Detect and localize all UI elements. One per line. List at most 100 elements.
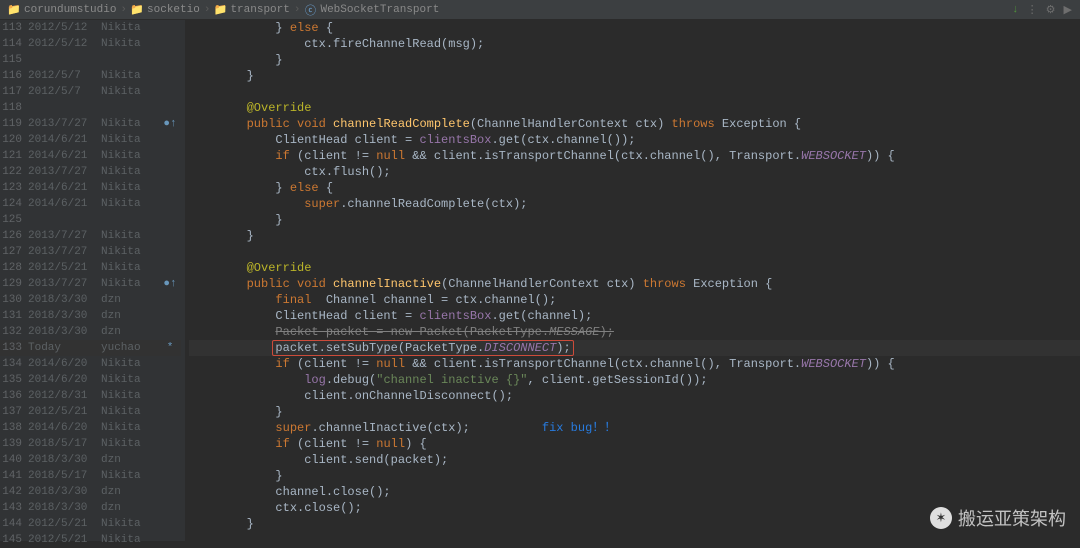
line-number: 114 bbox=[0, 36, 26, 52]
gutter-row[interactable]: 1192013/7/27Nikita●↑ bbox=[0, 116, 181, 132]
blame-date: 2012/5/21 bbox=[26, 516, 101, 532]
gutter-row[interactable]: 133Todayyuchao* bbox=[0, 340, 181, 356]
gutter-mark-icon bbox=[159, 228, 181, 244]
gutter-row[interactable]: 1342014/6/20Nikita bbox=[0, 356, 181, 372]
blame-author: Nikita bbox=[101, 468, 159, 484]
gutter-row[interactable]: 1352014/6/20Nikita bbox=[0, 372, 181, 388]
gutter-mark-icon bbox=[159, 388, 181, 404]
blame-author: Nikita bbox=[101, 20, 159, 36]
gutter-mark-icon bbox=[159, 324, 181, 340]
play-icon[interactable]: ▶ bbox=[1064, 3, 1072, 17]
gutter-mark-icon bbox=[159, 260, 181, 276]
line-number: 144 bbox=[0, 516, 26, 532]
crumb-0[interactable]: corundumstudio bbox=[24, 4, 116, 16]
gutter-row[interactable]: 1392018/5/17Nikita bbox=[0, 436, 181, 452]
gutter-row[interactable]: 1222013/7/27Nikita bbox=[0, 164, 181, 180]
gutter-row[interactable]: 1142012/5/12Nikita bbox=[0, 36, 181, 52]
line-number: 131 bbox=[0, 308, 26, 324]
gutter-row[interactable]: 1312018/3/30dzn bbox=[0, 308, 181, 324]
highlighted-line: packet.setSubType(PacketType.DISCONNECT)… bbox=[189, 340, 1080, 356]
line-number: 124 bbox=[0, 196, 26, 212]
blame-author: Nikita bbox=[101, 132, 159, 148]
gutter-row[interactable]: 1422018/3/30dzn bbox=[0, 484, 181, 500]
gutter-row[interactable]: 1232014/6/21Nikita bbox=[0, 180, 181, 196]
blame-date: 2018/3/30 bbox=[26, 324, 101, 340]
gutter-row[interactable]: 1382014/6/20Nikita bbox=[0, 420, 181, 436]
fix-bug-note: fix bug！！ bbox=[542, 421, 616, 435]
gutter-row[interactable]: 1212014/6/21Nikita bbox=[0, 148, 181, 164]
gutter-mark-icon bbox=[159, 196, 181, 212]
gutter-row[interactable]: 118 bbox=[0, 100, 181, 116]
blame-date: 2014/6/21 bbox=[26, 180, 101, 196]
line-number: 125 bbox=[0, 212, 26, 228]
gutter-row[interactable]: 1172012/5/7Nikita bbox=[0, 84, 181, 100]
blame-date: 2012/5/21 bbox=[26, 404, 101, 420]
gutter-mark-icon bbox=[159, 164, 181, 180]
line-number: 138 bbox=[0, 420, 26, 436]
blame-date bbox=[26, 212, 101, 228]
gutter-mark-icon bbox=[159, 68, 181, 84]
blame-author: yuchao bbox=[101, 340, 159, 356]
line-number: 128 bbox=[0, 260, 26, 276]
blame-author: Nikita bbox=[101, 404, 159, 420]
line-number: 140 bbox=[0, 452, 26, 468]
blame-date: 2018/3/30 bbox=[26, 308, 101, 324]
blame-author: Nikita bbox=[101, 356, 159, 372]
gutter-row[interactable]: 1442012/5/21Nikita bbox=[0, 516, 181, 532]
blame-author: Nikita bbox=[101, 36, 159, 52]
blame-date: 2014/6/20 bbox=[26, 420, 101, 436]
folder-icon: 📁 bbox=[214, 4, 226, 16]
blame-date: 2013/7/27 bbox=[26, 164, 101, 180]
blame-author: Nikita bbox=[101, 388, 159, 404]
blame-date: 2018/3/30 bbox=[26, 292, 101, 308]
crumb-2[interactable]: transport bbox=[230, 4, 289, 16]
gutter-row[interactable]: 1292013/7/27Nikita●↑ bbox=[0, 276, 181, 292]
gutter-row[interactable]: 1162012/5/7Nikita bbox=[0, 68, 181, 84]
gutter-row[interactable]: 1242014/6/21Nikita bbox=[0, 196, 181, 212]
gutter-row[interactable]: 125 bbox=[0, 212, 181, 228]
menu-icon[interactable]: ⋮ bbox=[1027, 3, 1038, 17]
line-number: 120 bbox=[0, 132, 26, 148]
gutter-mark-icon bbox=[159, 516, 181, 532]
blame-date: 2013/7/27 bbox=[26, 276, 101, 292]
gutter-row[interactable]: 1132012/5/12Nikita bbox=[0, 20, 181, 36]
code-area[interactable]: } else { ctx.fireChannelRead(msg); } } @… bbox=[185, 20, 1080, 541]
download-icon[interactable]: ↓ bbox=[1012, 4, 1019, 16]
wechat-icon: ✶ bbox=[930, 507, 952, 529]
line-number: 136 bbox=[0, 388, 26, 404]
gutter-mark-icon bbox=[159, 372, 181, 388]
blame-date: 2018/3/30 bbox=[26, 500, 101, 516]
gutter-row[interactable]: 1282012/5/21Nikita bbox=[0, 260, 181, 276]
blame-author: Nikita bbox=[101, 148, 159, 164]
watermark: ✶ 搬运亚策架构 bbox=[930, 505, 1066, 531]
blame-author: Nikita bbox=[101, 436, 159, 452]
gutter-row[interactable]: 1322018/3/30dzn bbox=[0, 324, 181, 340]
gutter-mark-icon bbox=[159, 484, 181, 500]
line-number: 141 bbox=[0, 468, 26, 484]
gutter-row[interactable]: 1412018/5/17Nikita bbox=[0, 468, 181, 484]
line-number: 118 bbox=[0, 100, 26, 116]
crumb-1[interactable]: socketio bbox=[147, 4, 200, 16]
gutter-mark-icon bbox=[159, 292, 181, 308]
gutter-row[interactable]: 115 bbox=[0, 52, 181, 68]
blame-author: Nikita bbox=[101, 372, 159, 388]
line-number: 129 bbox=[0, 276, 26, 292]
gutter-row[interactable]: 1362012/8/31Nikita bbox=[0, 388, 181, 404]
gutter-row[interactable]: 1452012/5/21Nikita bbox=[0, 532, 181, 548]
blame-author bbox=[101, 100, 159, 116]
blame-author: dzn bbox=[101, 324, 159, 340]
crumb-3[interactable]: WebSocketTransport bbox=[320, 4, 439, 16]
gutter-row[interactable]: 1202014/6/21Nikita bbox=[0, 132, 181, 148]
gutter-row[interactable]: 1402018/3/30dzn bbox=[0, 452, 181, 468]
blame-author: Nikita bbox=[101, 196, 159, 212]
gear-icon[interactable]: ⚙ bbox=[1046, 3, 1056, 17]
gutter-row[interactable]: 1272013/7/27Nikita bbox=[0, 244, 181, 260]
gutter-row[interactable]: 1302018/3/30dzn bbox=[0, 292, 181, 308]
line-number: 143 bbox=[0, 500, 26, 516]
blame-author: dzn bbox=[101, 500, 159, 516]
line-number: 134 bbox=[0, 356, 26, 372]
gutter-row[interactable]: 1372012/5/21Nikita bbox=[0, 404, 181, 420]
gutter-row[interactable]: 1432018/3/30dzn bbox=[0, 500, 181, 516]
gutter-row[interactable]: 1262013/7/27Nikita bbox=[0, 228, 181, 244]
gutter-mark-icon: ●↑ bbox=[159, 276, 181, 292]
